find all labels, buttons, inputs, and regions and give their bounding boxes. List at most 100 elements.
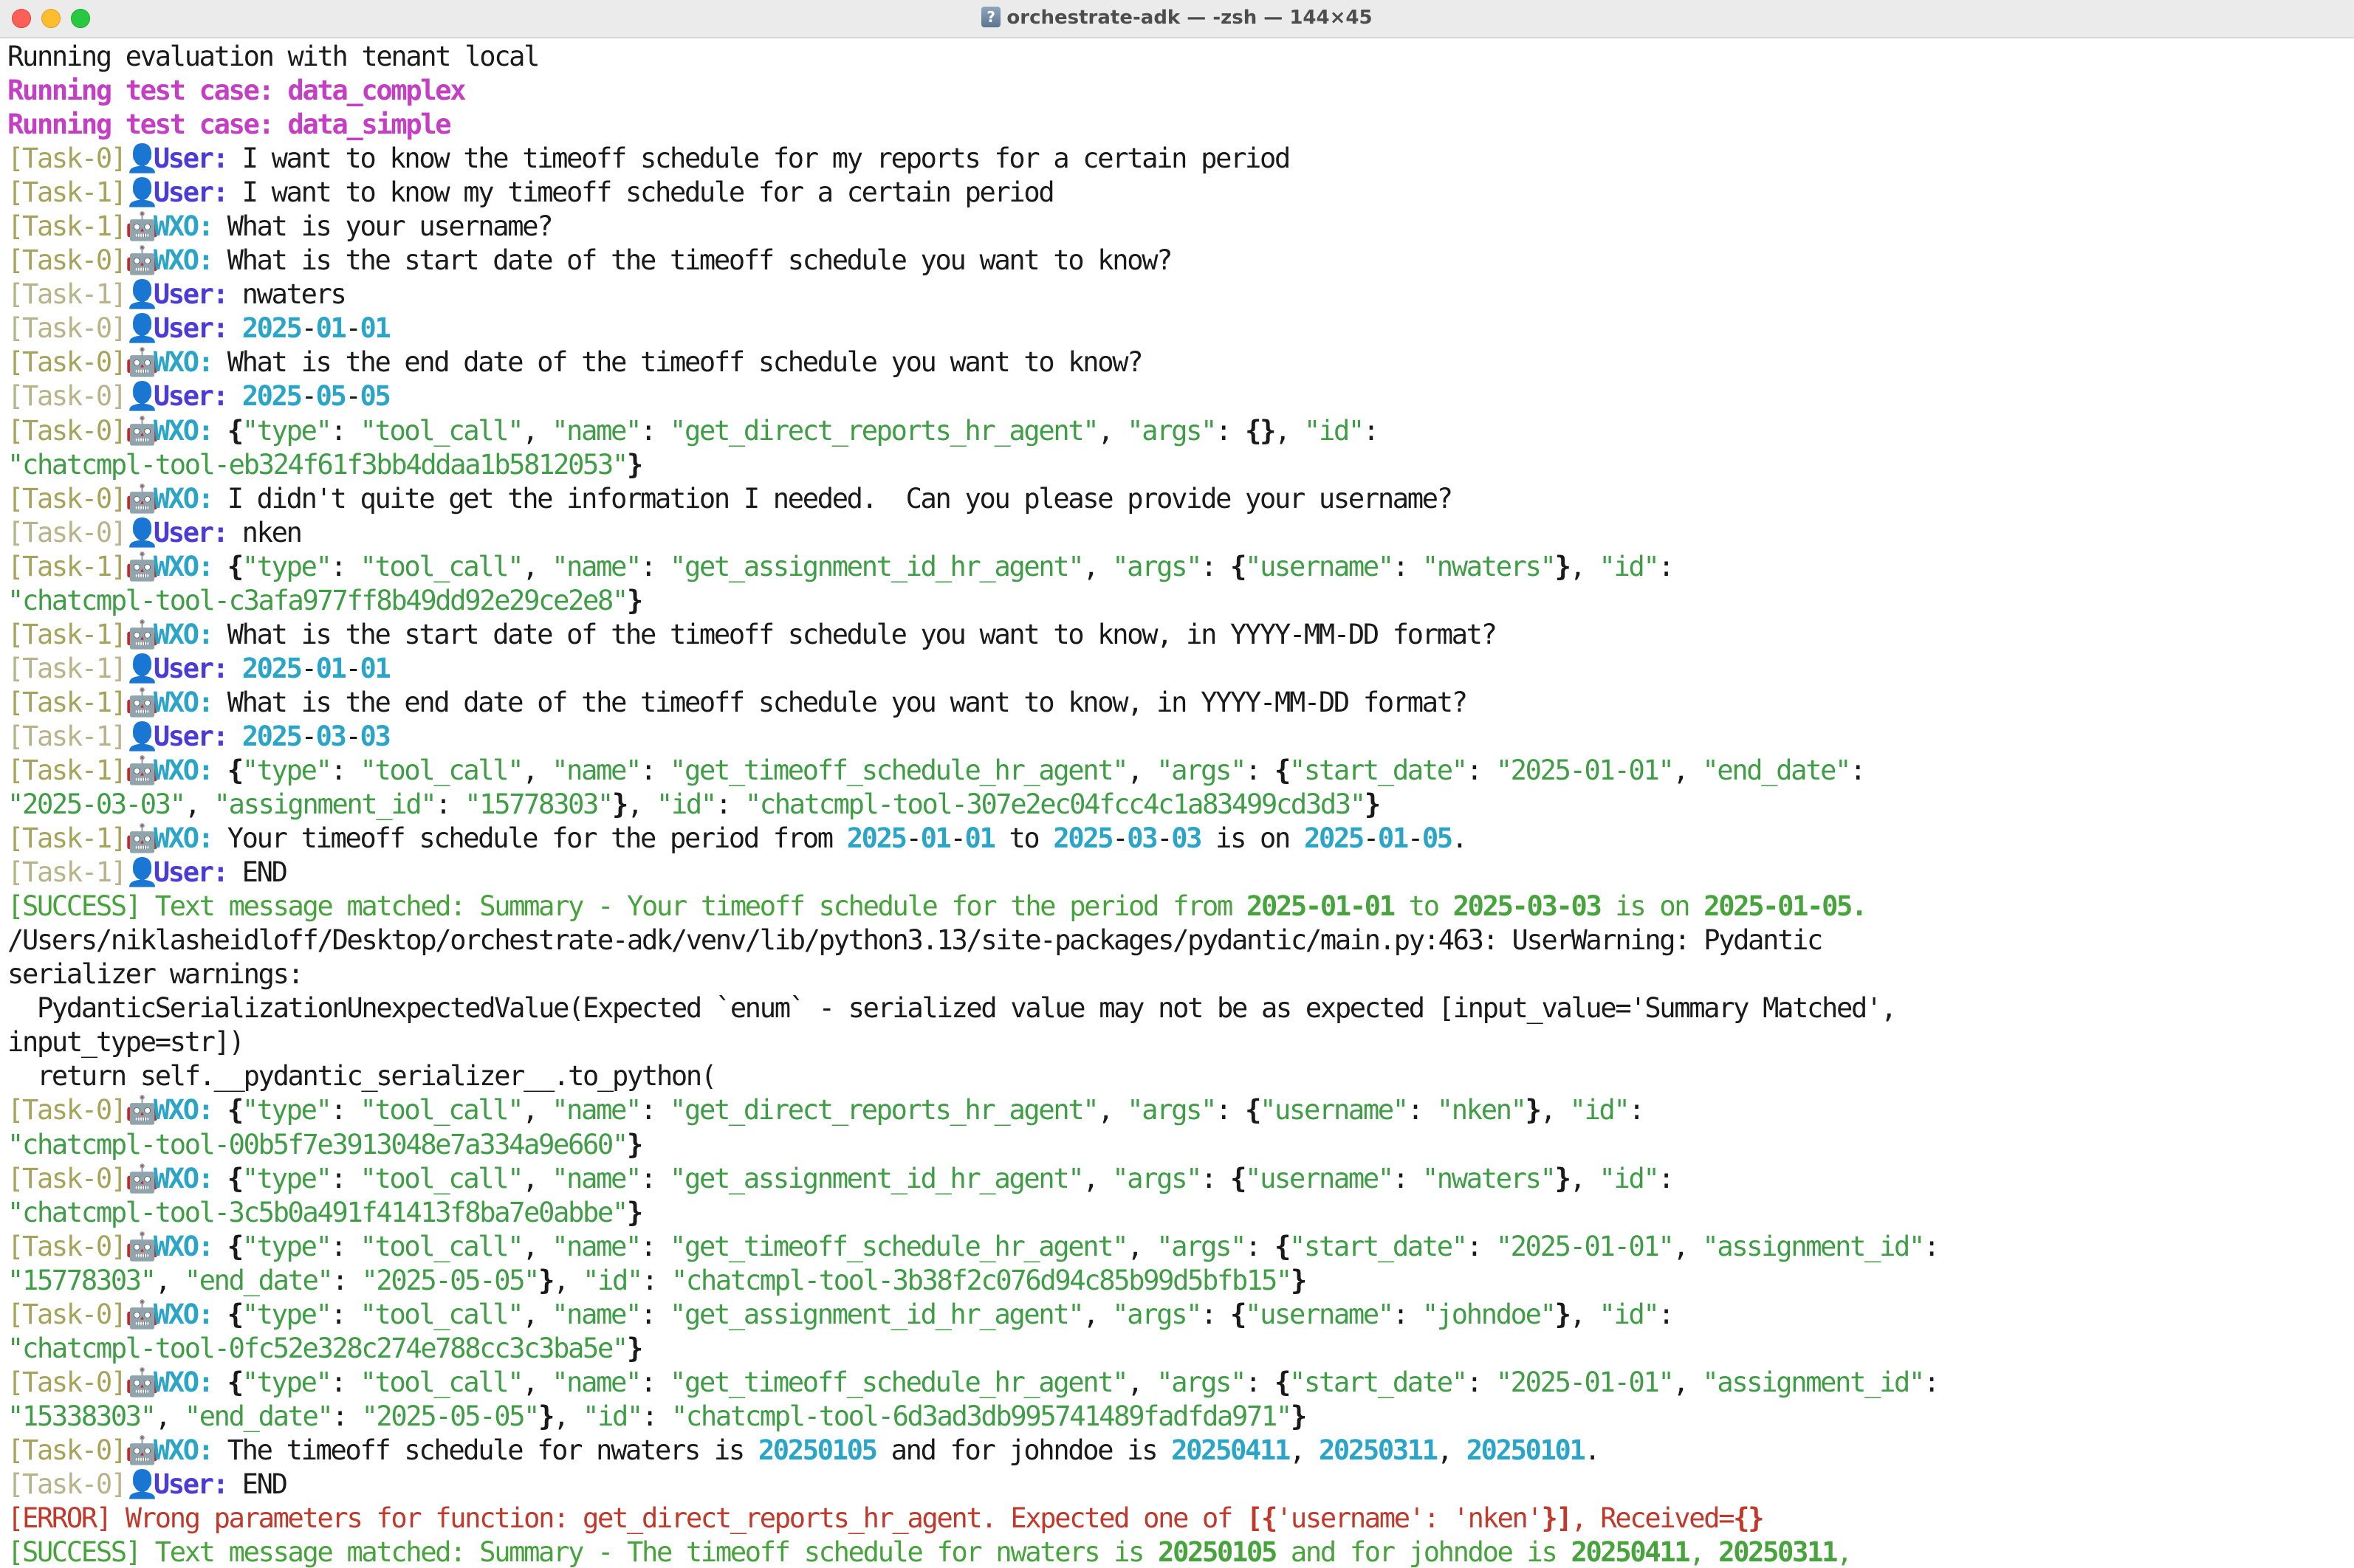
line-text: : xyxy=(330,550,360,582)
line-text: "2025-05-05" xyxy=(361,1400,540,1432)
line-text: [Task-1] xyxy=(7,822,127,855)
line-text: : xyxy=(330,1366,360,1398)
line-text: 01 xyxy=(920,822,952,855)
line-text: [Task-1] xyxy=(7,856,127,889)
line-text xyxy=(213,415,227,447)
line-text: to xyxy=(994,822,1054,855)
line-text: 20250105 xyxy=(758,1434,878,1466)
line-text: [Task-0] xyxy=(7,1230,127,1262)
line-text: : xyxy=(1850,754,1866,786)
line-text: , xyxy=(522,1094,552,1127)
line-text: "tool_call" xyxy=(360,550,524,582)
line-text: 01 xyxy=(315,312,347,345)
line-text xyxy=(213,1094,227,1126)
line-text: { xyxy=(1245,1094,1261,1127)
line-text: : xyxy=(1201,1298,1231,1330)
line-text: "assignment_id" xyxy=(213,788,437,821)
line-text: 'username': 'nken' xyxy=(1275,1502,1543,1535)
line-text: What is the start date of the timeoff sc… xyxy=(212,618,1497,650)
terminal-line: "2025-03-03", "assignment_id": "15778303… xyxy=(7,788,2347,822)
robot-icon: 🤖 xyxy=(125,1094,159,1127)
line-text xyxy=(213,754,227,786)
line-text: "assignment_id" xyxy=(1702,1366,1925,1398)
line-text: : xyxy=(332,1400,362,1432)
robot-icon: 🤖 xyxy=(125,1434,159,1466)
line-text: : xyxy=(642,1264,671,1296)
user-icon: 👤 xyxy=(125,856,159,889)
line-text: "assignment_id" xyxy=(1702,1230,1925,1262)
terminal-line: [Task-1]🤖WXO: {"type": "tool_call", "nam… xyxy=(7,754,2347,788)
line-text: "type" xyxy=(241,414,332,447)
line-text: WXO: xyxy=(153,1298,214,1330)
line-text: 2025-01-01 xyxy=(1246,890,1396,923)
line-text: 01 xyxy=(360,312,391,345)
line-text: 03 xyxy=(1171,822,1202,855)
robot-icon: 🤖 xyxy=(125,822,159,855)
line-text: , xyxy=(1274,414,1304,447)
line-text xyxy=(213,1163,227,1194)
line-text: "args" xyxy=(1112,1298,1202,1330)
line-text: Running evaluation with tenant local xyxy=(7,41,540,72)
line-text: : xyxy=(1215,414,1246,447)
line-text: User: xyxy=(153,278,229,311)
line-text: "get_assignment_id_hr_agent" xyxy=(670,1162,1085,1194)
line-text: , xyxy=(522,414,552,447)
line-text: : xyxy=(640,1094,670,1127)
line-text xyxy=(227,380,242,412)
line-text: } xyxy=(627,1196,643,1228)
terminal-line: "chatcmpl-tool-00b5f7e3913048e7a334a9e66… xyxy=(7,1128,2347,1162)
terminal-line: [Task-0]🤖WXO: {"type": "tool_call", "nam… xyxy=(7,1298,2347,1332)
line-text: "username" xyxy=(1245,550,1394,582)
robot-icon: 🤖 xyxy=(125,550,159,582)
line-text xyxy=(227,721,242,752)
line-text: "end_date" xyxy=(1702,754,1851,786)
line-text: 01 xyxy=(360,652,391,684)
line-text: , xyxy=(1569,1298,1599,1330)
robot-icon: 🤖 xyxy=(125,754,159,786)
terminal-line: [Task-1]🤖WXO: Your timeoff schedule for … xyxy=(7,822,2347,856)
line-text: User: xyxy=(153,176,229,209)
line-text: "get_direct_reports_hr_agent" xyxy=(670,1094,1099,1127)
line-text: What is your username? xyxy=(212,210,554,243)
line-text: "args" xyxy=(1127,1094,1217,1127)
line-text: The timeoff schedule for nwaters is xyxy=(212,1434,758,1466)
line-text: , xyxy=(1082,1162,1113,1194)
line-text: I want to know my timeoff schedule for a… xyxy=(227,176,1055,209)
line-text xyxy=(213,1299,227,1330)
robot-icon: 🤖 xyxy=(125,1230,159,1262)
line-text: WXO: xyxy=(153,482,214,515)
line-text: WXO: xyxy=(153,1162,214,1194)
terminal-line: [SUCCESS] Text message matched: Summary … xyxy=(7,1536,2347,1568)
line-text: 01 xyxy=(315,652,347,684)
line-text: 01 xyxy=(964,822,996,855)
line-text: , Received= xyxy=(1571,1502,1734,1535)
line-text: , xyxy=(1082,1298,1113,1330)
line-text: : xyxy=(1392,1298,1422,1330)
line-text: { xyxy=(1274,1230,1291,1262)
line-text: "chatcmpl-tool-3b38f2c076d94c85b99d5bfb1… xyxy=(670,1264,1292,1296)
line-text: "args" xyxy=(1156,1230,1246,1262)
line-text: "name" xyxy=(552,1366,642,1398)
line-text: : xyxy=(1407,1094,1437,1127)
line-text: "start_date" xyxy=(1289,1230,1468,1262)
line-text: "tool_call" xyxy=(360,1298,524,1330)
line-text: 2025 xyxy=(241,652,303,684)
line-text: , xyxy=(522,754,552,786)
line-text: : xyxy=(715,788,745,821)
line-text: return self.__pydantic_serializer__.to_p… xyxy=(7,1060,717,1093)
line-text: "type" xyxy=(241,1298,332,1330)
terminal-line: [Task-0]👤User: END xyxy=(7,1468,2347,1502)
line-text: , xyxy=(1672,1230,1703,1262)
line-text: }] xyxy=(1541,1502,1573,1535)
line-text: : xyxy=(330,1230,360,1262)
line-text: : xyxy=(1658,1162,1674,1194)
line-text: "type" xyxy=(241,1366,332,1398)
line-text: "get_timeoff_schedule_hr_agent" xyxy=(670,754,1129,786)
line-text: [Task-0] xyxy=(7,1298,127,1330)
line-text: "id" xyxy=(1599,1162,1660,1194)
line-text: 20250311 xyxy=(1718,1536,1838,1568)
line-text: } xyxy=(627,584,643,616)
line-text: WXO: xyxy=(153,346,214,379)
line-text: : xyxy=(1658,550,1674,582)
terminal-output[interactable]: Running evaluation with tenant local Runn… xyxy=(7,40,2347,1568)
